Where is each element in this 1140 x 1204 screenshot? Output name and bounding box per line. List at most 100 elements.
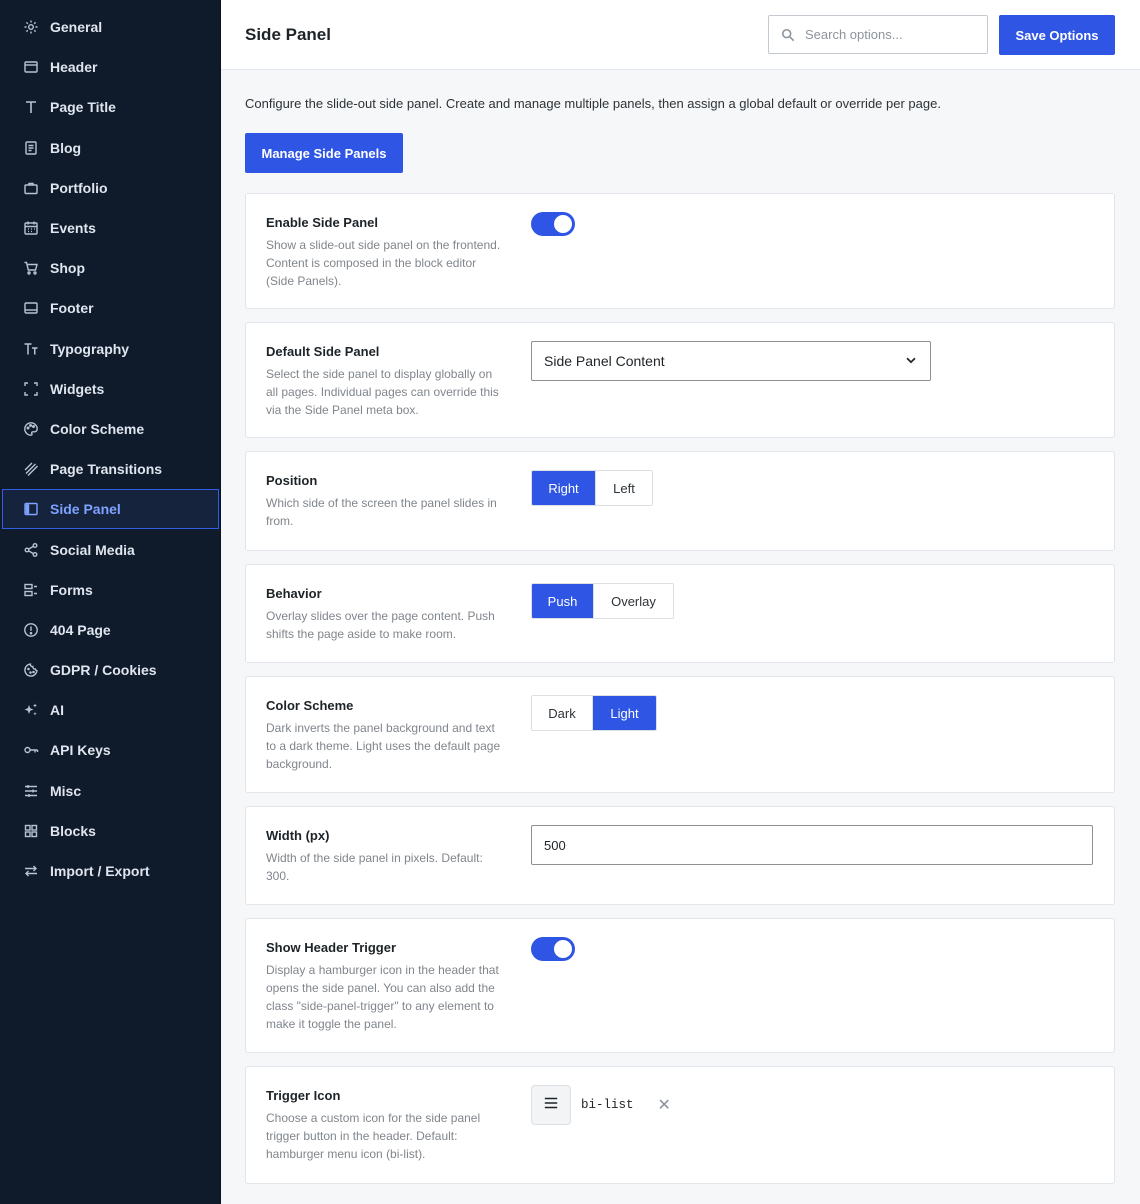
side-panel-icon [22,500,40,518]
sidebar-item-page-transitions[interactable]: Page Transitions [0,449,220,489]
cart-icon [22,259,40,277]
icon-preview-button[interactable] [531,1085,571,1125]
document-icon [22,139,40,157]
sidebar-item-typography[interactable]: Typography [0,329,220,369]
setting-color-scheme: Color Scheme Dark inverts the panel back… [245,676,1115,793]
sidebar-item-label: Blog [50,139,82,156]
icon-name: bi-list [581,1098,634,1112]
sidebar-item-label: Forms [50,581,93,598]
default-side-panel-select[interactable]: Side Panel Content [531,341,931,381]
cookie-icon [22,661,40,679]
enable-side-panel-toggle[interactable] [531,212,575,236]
setting-description: Choose a custom icon for the side panel … [266,1111,481,1161]
gear-icon [22,18,40,36]
sidebar-item-label: Shop [50,260,85,277]
sidebar-item-404-page[interactable]: 404 Page [0,610,220,650]
setting-description: Show a slide-out side panel on the front… [266,238,501,288]
sidebar-item-label: Color Scheme [50,420,145,437]
search-input[interactable] [805,27,975,42]
share-icon [22,541,40,559]
setting-enable-side-panel: Enable Side Panel Show a slide-out side … [245,193,1115,309]
arrows-icon [22,862,40,880]
sidebar-item-import-export[interactable]: Import / Export [0,851,220,891]
sidebar-item-label: Typography [50,340,130,357]
sidebar-item-label: Misc [50,782,82,799]
setting-position: Position Which side of the screen the pa… [245,451,1115,551]
top-bar: Side Panel Save Options [221,0,1140,70]
toggle-knob [554,940,572,958]
sidebar-item-page-title[interactable]: Page Title [0,87,220,127]
forms-icon [22,581,40,599]
setting-label: Trigger Icon [266,1088,341,1103]
sidebar-item-label: Blocks [50,822,96,839]
sidebar-item-label: Portfolio [50,179,108,196]
sparkles-icon [22,701,40,719]
color-scheme-light-option[interactable]: Light [593,696,656,730]
width-input[interactable] [531,825,1093,865]
setting-label: Color Scheme [266,698,354,713]
chevron-down-icon [904,353,918,370]
sidebar-item-label: Events [50,220,96,237]
sidebar-item-label: General [50,19,103,36]
sidebar-item-portfolio[interactable]: Portfolio [0,168,220,208]
sidebar-item-gdpr-cookies[interactable]: GDPR / Cookies [0,650,220,690]
alert-icon [22,621,40,639]
sidebar-item-general[interactable]: General [0,7,220,47]
sidebar-item-blog[interactable]: Blog [0,128,220,168]
setting-description: Select the side panel to display globall… [266,367,499,417]
sidebar-item-label: 404 Page [50,621,111,638]
manage-side-panels-button[interactable]: Manage Side Panels [245,133,403,173]
position-segmented-control: Right Left [531,470,653,506]
setting-description: Width of the side panel in pixels. Defau… [266,851,483,883]
sidebar-item-label: Side Panel [50,501,121,518]
position-right-option[interactable]: Right [532,471,596,505]
setting-trigger-icon: Trigger Icon Choose a custom icon for th… [245,1066,1115,1184]
hamburger-icon [542,1094,560,1117]
footer-icon [22,299,40,317]
page-title: Side Panel [245,25,331,44]
color-scheme-dark-option[interactable]: Dark [532,696,593,730]
sidebar-item-events[interactable]: Events [0,208,220,248]
search-box[interactable] [768,15,988,54]
sliders-icon [22,782,40,800]
sidebar-item-side-panel[interactable]: Side Panel [2,489,219,530]
sidebar-item-blocks[interactable]: Blocks [0,811,220,851]
setting-width: Width (px) Width of the side panel in pi… [245,806,1115,905]
sidebar-item-widgets[interactable]: Widgets [0,369,220,409]
main-content: Configure the slide-out side panel. Crea… [245,70,1115,1184]
sidebar-item-misc[interactable]: Misc [0,771,220,811]
search-icon [781,28,795,42]
sidebar-item-ai[interactable]: AI [0,690,220,730]
sidebar-item-header[interactable]: Header [0,47,220,87]
trigger-icon-picker: bi-list ✕ [531,1085,671,1125]
position-left-option[interactable]: Left [596,471,652,505]
behavior-overlay-option[interactable]: Overlay [594,584,673,618]
sidebar-item-shop[interactable]: Shop [0,248,220,288]
behavior-push-option[interactable]: Push [532,584,594,618]
setting-label: Show Header Trigger [266,940,397,955]
sidebar-item-label: Import / Export [50,863,150,880]
calendar-icon [22,219,40,237]
type-icon [22,98,40,116]
sidebar-item-forms[interactable]: Forms [0,570,220,610]
sidebar-item-color-scheme[interactable]: Color Scheme [0,409,220,449]
close-icon[interactable]: ✕ [658,1095,671,1115]
sidebar-item-label: Header [50,59,98,76]
intro-text: Configure the slide-out side panel. Crea… [245,96,941,111]
sidebar-item-label: API Keys [50,742,111,759]
sidebar-item-label: Page Transitions [50,461,163,478]
widgets-icon [22,380,40,398]
briefcase-icon [22,179,40,197]
save-options-button[interactable]: Save Options [999,15,1115,55]
sidebar-item-api-keys[interactable]: API Keys [0,730,220,770]
sidebar-item-footer[interactable]: Footer [0,288,220,328]
color-scheme-segmented-control: Dark Light [531,695,657,731]
show-header-trigger-toggle[interactable] [531,937,575,961]
sidebar-item-social-media[interactable]: Social Media [0,529,220,569]
transition-icon [22,460,40,478]
key-icon [22,741,40,759]
setting-label: Enable Side Panel [266,215,378,230]
sidebar-item-label: Widgets [50,380,105,397]
window-icon [22,58,40,76]
sidebar-item-label: AI [50,702,64,719]
